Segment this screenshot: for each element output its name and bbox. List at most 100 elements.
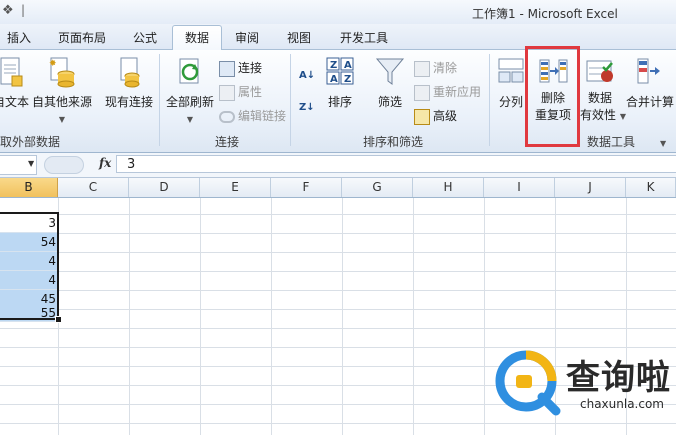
group-label-connections: 连接 — [214, 135, 239, 149]
title-bar: ❖ | 工作簿1 - Microsoft Excel — [0, 0, 676, 24]
consolidate-label: 合并计算 — [625, 95, 674, 109]
svg-text:✸: ✸ — [49, 59, 57, 69]
tab-review[interactable]: 审阅 — [228, 28, 266, 48]
clear-filter-icon — [414, 60, 430, 77]
advanced-filter-icon — [414, 108, 430, 125]
cell-b1[interactable]: 3 — [0, 214, 58, 233]
filter-button[interactable]: 筛选 — [372, 56, 408, 111]
data-validation-icon — [586, 60, 613, 82]
sort-descending-button[interactable]: Z↓ — [299, 96, 319, 116]
clear-label: 清除 — [433, 61, 458, 75]
group-label-data-tools: 数据工具 — [586, 135, 635, 149]
sort-label: 排序 — [327, 95, 352, 109]
text-to-columns-button[interactable]: 分列 — [496, 56, 526, 111]
advanced-filter-button[interactable]: 高级 — [414, 106, 457, 126]
cell-b6[interactable]: 55 — [0, 304, 58, 322]
sort-descending-icon: Z↓ — [299, 102, 315, 113]
column-header-h[interactable]: H — [413, 178, 484, 197]
connections-label: 连接 — [238, 61, 263, 75]
sort-ascending-icon: A↓ — [299, 70, 316, 81]
reapply-button[interactable]: 重新应用 — [414, 82, 481, 102]
tab-insert[interactable]: 插入 — [2, 28, 36, 48]
column-header-g[interactable]: G — [342, 178, 413, 197]
from-text-button[interactable]: 自文本 — [0, 56, 30, 111]
group-separator — [489, 54, 490, 146]
cell-b4[interactable]: 4 — [0, 271, 58, 290]
document-icon — [0, 57, 23, 87]
properties-button[interactable]: 属性 — [219, 82, 262, 102]
tab-data[interactable]: 数据 — [172, 25, 222, 50]
group-label-sort-filter: 排序和筛选 — [362, 135, 423, 149]
svg-text:A: A — [344, 60, 352, 71]
column-header-k[interactable]: K — [626, 178, 676, 197]
reapply-label: 重新应用 — [433, 85, 482, 99]
group-separator — [159, 54, 160, 146]
group-dialog-launcher-icon[interactable]: ▼ — [660, 139, 666, 148]
database-icon: ✸ — [49, 57, 75, 88]
sort-button[interactable]: Z A A Z 排序 — [322, 56, 358, 111]
existing-connections-icon — [120, 57, 140, 88]
formula-input[interactable]: 3 — [116, 155, 676, 173]
connections-button[interactable]: 连接 — [219, 58, 262, 78]
formula-bar: ▼ fx 3 — [0, 153, 676, 178]
text-to-columns-label: 分列 — [498, 95, 523, 109]
chevron-down-icon: ▼ — [619, 112, 626, 121]
column-header-i[interactable]: I — [484, 178, 555, 197]
column-headers: B C D E F G H I J K — [0, 178, 676, 198]
data-validation-label-2: 有效性 ▼ — [580, 108, 626, 122]
refresh-icon — [179, 58, 199, 84]
filter-label: 筛选 — [377, 95, 402, 109]
properties-icon — [219, 84, 235, 101]
column-header-j[interactable]: J — [555, 178, 626, 197]
watermark-logo-icon — [495, 350, 561, 416]
column-header-b[interactable]: B — [0, 178, 58, 197]
customize-qat-icon[interactable]: ❖ — [2, 3, 20, 21]
edit-links-button[interactable]: 编辑链接 — [219, 106, 286, 126]
text-to-columns-icon — [498, 58, 524, 83]
qat-separator: | — [21, 3, 26, 17]
advanced-label: 高级 — [433, 109, 458, 123]
sort-icon: Z A A Z — [326, 57, 354, 85]
from-other-sources-label: 自其他来源 — [32, 95, 93, 109]
edit-links-label: 编辑链接 — [238, 109, 287, 123]
svg-text:Z: Z — [344, 74, 351, 85]
column-header-d[interactable]: D — [129, 178, 200, 197]
column-header-f[interactable]: F — [271, 178, 342, 197]
watermark-url: chaxunla.com — [580, 397, 664, 411]
refresh-all-button[interactable]: 全部刷新 ▼ — [162, 56, 218, 125]
fill-handle[interactable] — [55, 316, 62, 323]
window-title: 工作簿1 - Microsoft Excel — [472, 7, 618, 21]
cell-b2[interactable]: 54 — [0, 233, 58, 252]
group-separator — [290, 54, 291, 146]
from-text-label: 自文本 — [0, 95, 29, 109]
tab-view[interactable]: 视图 — [280, 28, 318, 48]
tab-formulas[interactable]: 公式 — [126, 28, 164, 48]
tab-developer[interactable]: 开发工具 — [334, 28, 394, 48]
svg-text:Z: Z — [330, 60, 337, 71]
highlight-annotation — [525, 46, 580, 147]
tab-page-layout[interactable]: 页面布局 — [54, 28, 110, 48]
chevron-down-icon[interactable]: ▼ — [28, 159, 34, 168]
consolidate-button[interactable]: 合并计算 — [623, 56, 676, 111]
existing-connections-button[interactable]: 现有连接 — [102, 56, 156, 111]
svg-text:A: A — [330, 74, 338, 85]
link-icon — [219, 110, 235, 123]
insert-function-icon[interactable]: fx — [99, 156, 111, 170]
worksheet-grid[interactable] — [0, 198, 676, 435]
sort-ascending-button[interactable]: A↓ — [299, 64, 319, 84]
consolidate-icon — [637, 58, 660, 84]
group-label-external-data: 取外部数据 — [0, 135, 60, 149]
cell-b3[interactable]: 4 — [0, 252, 58, 271]
chevron-down-icon: ▼ — [58, 115, 66, 124]
data-validation-label-1: 数据 — [587, 91, 612, 105]
formula-controls — [44, 156, 84, 174]
data-validation-button[interactable]: 数据 有效性 ▼ — [580, 56, 626, 125]
reapply-icon — [414, 84, 430, 101]
column-header-e[interactable]: E — [200, 178, 271, 197]
watermark-text: 查询啦 — [566, 358, 671, 398]
chevron-down-icon: ▼ — [186, 115, 194, 124]
column-header-c[interactable]: C — [58, 178, 129, 197]
connections-icon — [219, 60, 235, 77]
from-other-sources-button[interactable]: ✸ 自其他来源 ▼ — [32, 56, 92, 125]
clear-filter-button[interactable]: 清除 — [414, 58, 457, 78]
